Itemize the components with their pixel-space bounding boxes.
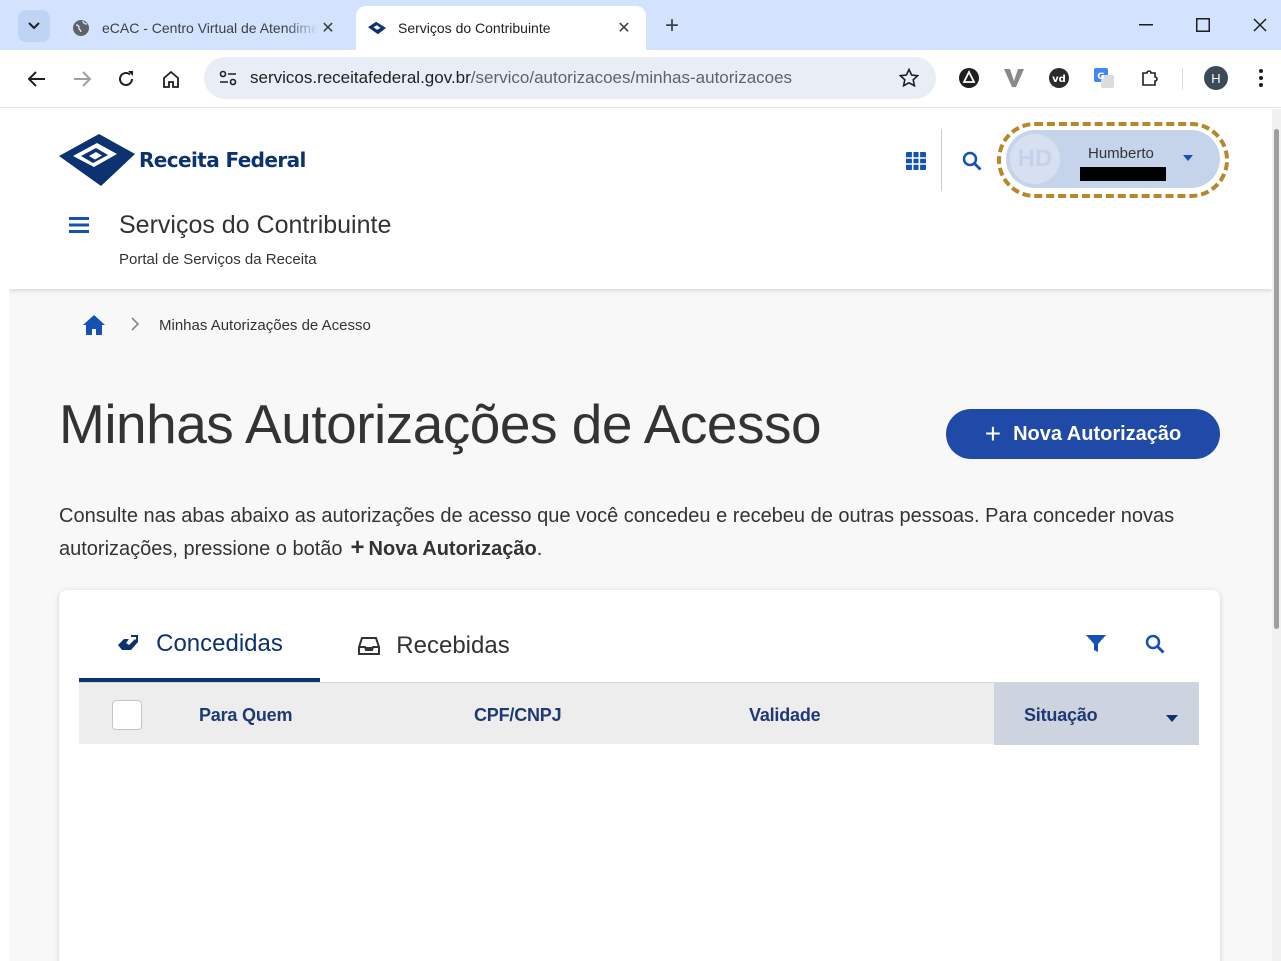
sort-caret-down-icon[interactable] (1166, 715, 1178, 722)
description-end: . (536, 538, 543, 560)
reload-button[interactable] (110, 63, 142, 95)
profile-avatar[interactable]: H (1204, 66, 1228, 90)
extension-v-icon[interactable] (1002, 66, 1026, 90)
extension-vd-icon[interactable]: vd (1047, 66, 1071, 90)
chevron-down-icon (28, 22, 40, 30)
user-name: Humberto (1088, 145, 1154, 162)
arrow-left-icon (28, 71, 45, 87)
receita-federal-logo[interactable]: Receita Federal (59, 134, 306, 186)
breadcrumb-current: Minhas Autorizações de Acesso (159, 317, 371, 334)
reload-icon (119, 71, 133, 86)
toolbar-divider (1182, 68, 1183, 90)
site-info-icon[interactable] (214, 64, 242, 92)
tab-label: Recebidas (396, 632, 510, 659)
close-icon[interactable]: ✕ (318, 18, 338, 38)
table-header: Para Quem CPF/CNPJ Validade Situação (79, 682, 1199, 745)
user-menu-button[interactable]: HD Humberto (1006, 130, 1220, 188)
receita-logo-icon (59, 134, 135, 186)
apps-grid-icon[interactable] (904, 149, 928, 173)
handshake-icon (118, 635, 139, 650)
tab-search-button[interactable] (18, 10, 50, 42)
header-divider (941, 129, 942, 191)
tab-title: Serviços do Contribuinte (398, 20, 551, 36)
column-header-validade[interactable]: Validade (749, 705, 821, 726)
inbox-icon (358, 637, 381, 655)
forward-button[interactable] (66, 63, 98, 95)
column-header-para-quem[interactable]: Para Quem (199, 705, 292, 726)
new-tab-button[interactable]: + (658, 12, 686, 40)
globe-icon (72, 19, 90, 37)
home-icon (163, 70, 179, 88)
tab-title: eCAC - Centro Virtual de Atendimento (102, 20, 318, 36)
close-icon (1253, 18, 1267, 32)
search-icon[interactable] (1143, 632, 1167, 656)
bookmark-star-icon[interactable] (898, 67, 920, 89)
home-icon[interactable] (81, 312, 107, 338)
service-title: Serviços do Contribuinte (119, 211, 392, 239)
tab-label: Concedidas (156, 630, 283, 657)
browser-tab-strip: eCAC - Centro Virtual de Atendimento ✕ S… (0, 0, 1281, 50)
description-text: Consulte nas abas abaixo as autorizações… (59, 505, 1175, 560)
google-translate-icon[interactable]: G (1092, 66, 1116, 90)
plus-icon: + (350, 534, 365, 561)
page-content: Receita Federal HD Humberto Serviços do … (9, 109, 1272, 961)
plus-icon: + (984, 418, 1002, 449)
caret-down-icon (1183, 155, 1193, 161)
chevron-right-icon (128, 314, 142, 334)
site-header: Receita Federal HD Humberto Serviços do … (9, 109, 1272, 289)
description-button-label: Nova Autorização (368, 538, 537, 560)
url-text: servicos.receitafederal.gov.br/servico/a… (250, 68, 792, 88)
tab-concedidas[interactable]: Concedidas (79, 610, 320, 682)
page-description: Consulte nas abas abaixo as autorizações… (59, 501, 1219, 565)
home-button[interactable] (155, 63, 187, 95)
scrollbar-thumb[interactable] (1274, 129, 1279, 629)
maximize-icon (1196, 18, 1210, 32)
svg-text:vd: vd (1052, 74, 1066, 85)
new-authorization-button[interactable]: + Nova Autorização (946, 409, 1220, 459)
browser-tab-servicos[interactable]: Serviços do Contribuinte ✕ (356, 6, 646, 50)
description-inline-button: + Nova Autorização (343, 534, 537, 561)
close-icon[interactable]: ✕ (614, 18, 634, 38)
avatar: HD (1010, 134, 1060, 184)
new-authorization-label: Nova Autorização (1013, 422, 1182, 445)
redacted-user-info (1080, 167, 1166, 181)
receita-favicon-icon (368, 19, 386, 37)
column-header-situacao[interactable]: Situação (1024, 705, 1098, 726)
svg-text:G: G (1097, 72, 1104, 82)
select-all-checkbox[interactable] (112, 700, 142, 730)
more-vert-icon[interactable] (1249, 66, 1273, 90)
address-bar[interactable]: servicos.receitafederal.gov.br/servico/a… (204, 57, 936, 99)
extensions-puzzle-icon[interactable] (1138, 66, 1162, 90)
page-scrollbar[interactable] (1272, 109, 1281, 961)
browser-tab-ecac[interactable]: eCAC - Centro Virtual de Atendimento ✕ (60, 6, 350, 50)
back-button[interactable] (21, 63, 53, 95)
service-subtitle: Portal de Serviços da Receita (119, 251, 317, 268)
maximize-button[interactable] (1183, 8, 1223, 42)
url-host: servicos.receitafederal.gov.br (250, 68, 471, 87)
minimize-icon (1139, 24, 1153, 26)
close-window-button[interactable] (1240, 8, 1280, 42)
logo-text: Receita Federal (139, 148, 306, 172)
authorizations-card: Concedidas Recebidas Para Quem CPF/CNPJ … (59, 590, 1220, 961)
url-path: /servico/autorizacoes/minhas-autorizacoe… (470, 68, 793, 87)
arrow-right-icon (74, 71, 91, 87)
search-icon[interactable] (960, 149, 984, 173)
filter-icon[interactable] (1084, 632, 1108, 656)
column-header-cpf-cnpj[interactable]: CPF/CNPJ (474, 705, 562, 726)
tab-recebidas[interactable]: Recebidas (334, 610, 534, 682)
browser-toolbar: servicos.receitafederal.gov.br/servico/a… (0, 50, 1281, 108)
extension-delta-icon[interactable] (957, 66, 981, 90)
hamburger-menu-icon[interactable] (67, 213, 91, 237)
minimize-button[interactable] (1126, 8, 1166, 42)
page-title: Minhas Autorizações de Acesso (59, 393, 822, 455)
